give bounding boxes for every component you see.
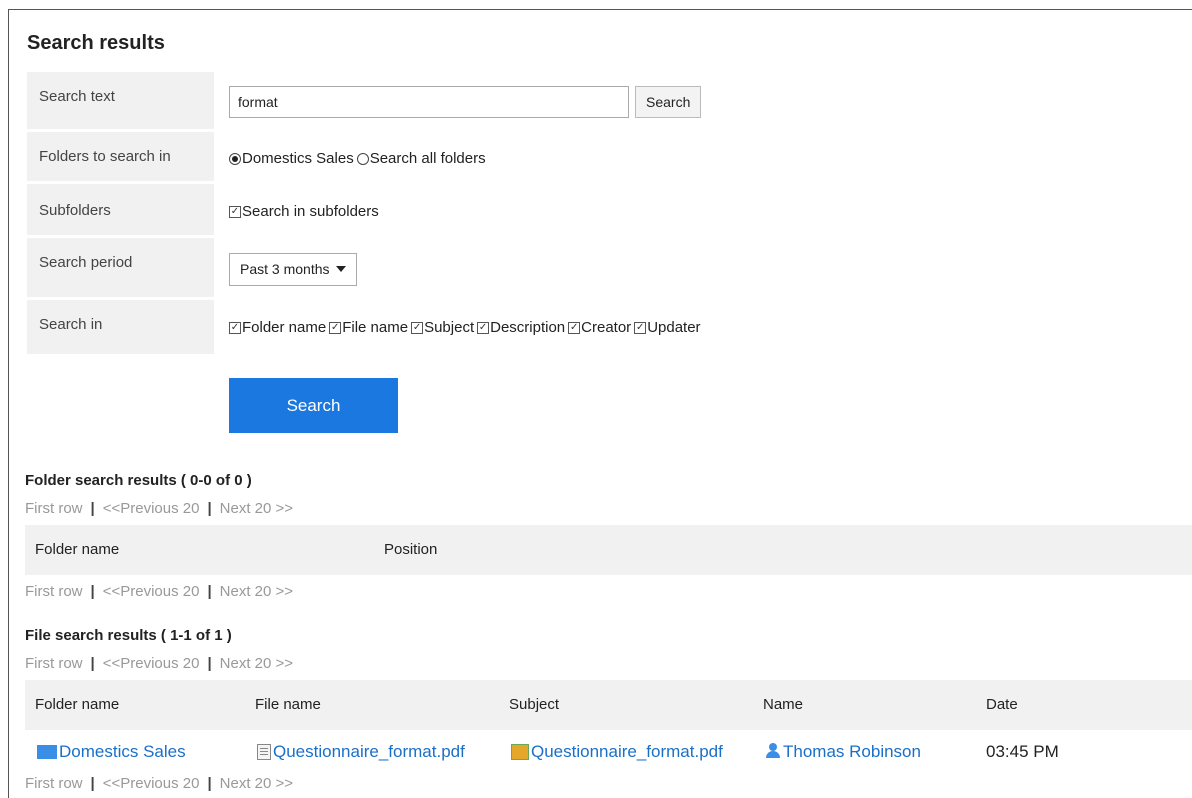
- checkbox-icon: ✓: [329, 321, 342, 334]
- checkbox-file-name[interactable]: ✓ File name: [329, 319, 408, 336]
- pager-prev-link[interactable]: <<Previous 20: [103, 500, 200, 517]
- period-row: Search period Past 3 months: [27, 238, 704, 300]
- file-table-header: Folder name File name Subject Name Date: [25, 680, 1192, 730]
- folder-results-title: Folder search results ( 0-0 of 0 ): [25, 472, 252, 489]
- search-form: Search text Search Folders to search in …: [27, 72, 704, 354]
- caret-down-icon: [335, 266, 346, 272]
- pager-prev-link[interactable]: <<Previous 20: [103, 655, 200, 672]
- folders-row: Folders to search in Domestics Sales Sea…: [27, 132, 704, 184]
- search-text-label: Search text: [27, 72, 214, 132]
- subject-icon: [511, 743, 529, 760]
- folder-pager-bottom: First row | <<Previous 20 | Next 20 >>: [25, 583, 294, 600]
- file-pager-top: First row | <<Previous 20 | Next 20 >>: [25, 655, 294, 672]
- pager-first-link[interactable]: First row: [25, 775, 83, 792]
- file-icon: [257, 743, 271, 760]
- radio-domestics-sales[interactable]: Domestics Sales: [229, 150, 354, 167]
- pager-next-link[interactable]: Next 20 >>: [220, 655, 293, 672]
- pager-first-link[interactable]: First row: [25, 655, 83, 672]
- checkbox-icon: ✓: [229, 205, 241, 218]
- search-in-label: Search in: [27, 300, 214, 354]
- search-text-row: Search text Search: [27, 72, 704, 132]
- col-folder-name: Folder name: [35, 696, 120, 713]
- subfolders-checkbox[interactable]: ✓ Search in subfolders: [229, 203, 379, 220]
- period-select[interactable]: Past 3 months: [229, 252, 357, 286]
- radio-unselected-icon: [356, 152, 369, 165]
- pager-first-link[interactable]: First row: [25, 500, 83, 517]
- subject-link[interactable]: Questionnaire_format.pdf: [511, 742, 723, 762]
- checkbox-icon: ✓: [229, 321, 241, 334]
- pager-first-link[interactable]: First row: [25, 583, 83, 600]
- pager-prev-link[interactable]: <<Previous 20: [103, 775, 200, 792]
- table-row: Domestics Sales Questionnaire_format.pdf…: [25, 732, 1192, 776]
- pager-next-link[interactable]: Next 20 >>: [220, 500, 293, 517]
- col-file-name: File name: [255, 696, 321, 713]
- search-text-button[interactable]: Search: [635, 86, 702, 118]
- period-label: Search period: [27, 238, 214, 300]
- pager-next-link[interactable]: Next 20 >>: [220, 775, 293, 792]
- checkbox-folder-name[interactable]: ✓ Folder name: [229, 319, 326, 336]
- file-link[interactable]: Questionnaire_format.pdf: [257, 742, 465, 762]
- user-link[interactable]: Thomas Robinson: [765, 742, 921, 762]
- file-results-title: File search results ( 1-1 of 1 ): [25, 627, 232, 644]
- radio-selected-icon: [229, 152, 241, 165]
- folder-icon: [37, 744, 57, 759]
- date-value: 03:45 PM: [986, 742, 1059, 761]
- col-folder-name: Folder name: [35, 541, 120, 558]
- col-name: Name: [763, 696, 804, 713]
- folder-pager-top: First row | <<Previous 20 | Next 20 >>: [25, 500, 294, 517]
- page-title: Search results: [27, 32, 165, 54]
- checkbox-description[interactable]: ✓ Description: [477, 319, 565, 336]
- checkbox-icon: ✓: [634, 321, 647, 334]
- subfolders-row: Subfolders ✓ Search in subfolders: [27, 184, 704, 238]
- subfolders-label: Subfolders: [27, 184, 214, 238]
- search-in-row: Search in ✓ Folder name ✓ File name ✓ Subje…: [27, 300, 704, 354]
- pager-next-link[interactable]: Next 20 >>: [220, 583, 293, 600]
- search-text-input[interactable]: [229, 86, 629, 118]
- folder-link[interactable]: Domestics Sales: [37, 742, 186, 762]
- checkbox-creator[interactable]: ✓ Creator: [568, 319, 631, 336]
- folder-table-header: Folder name Position: [25, 525, 1192, 575]
- radio-all-folders[interactable]: Search all folders: [356, 150, 486, 167]
- checkbox-updater[interactable]: ✓ Updater: [634, 319, 701, 336]
- folders-label: Folders to search in: [27, 132, 214, 184]
- checkbox-icon: ✓: [568, 321, 581, 334]
- checkbox-icon: ✓: [477, 321, 490, 334]
- col-subject: Subject: [509, 696, 560, 713]
- col-date: Date: [986, 696, 1018, 713]
- checkbox-icon: ✓: [411, 321, 424, 334]
- pager-prev-link[interactable]: <<Previous 20: [103, 583, 200, 600]
- col-position: Position: [384, 541, 438, 558]
- search-submit-button[interactable]: Search: [229, 378, 398, 433]
- checkbox-subject[interactable]: ✓ Subject: [411, 319, 474, 336]
- user-icon: [765, 742, 781, 759]
- file-pager-bottom: First row | <<Previous 20 | Next 20 >>: [25, 775, 294, 792]
